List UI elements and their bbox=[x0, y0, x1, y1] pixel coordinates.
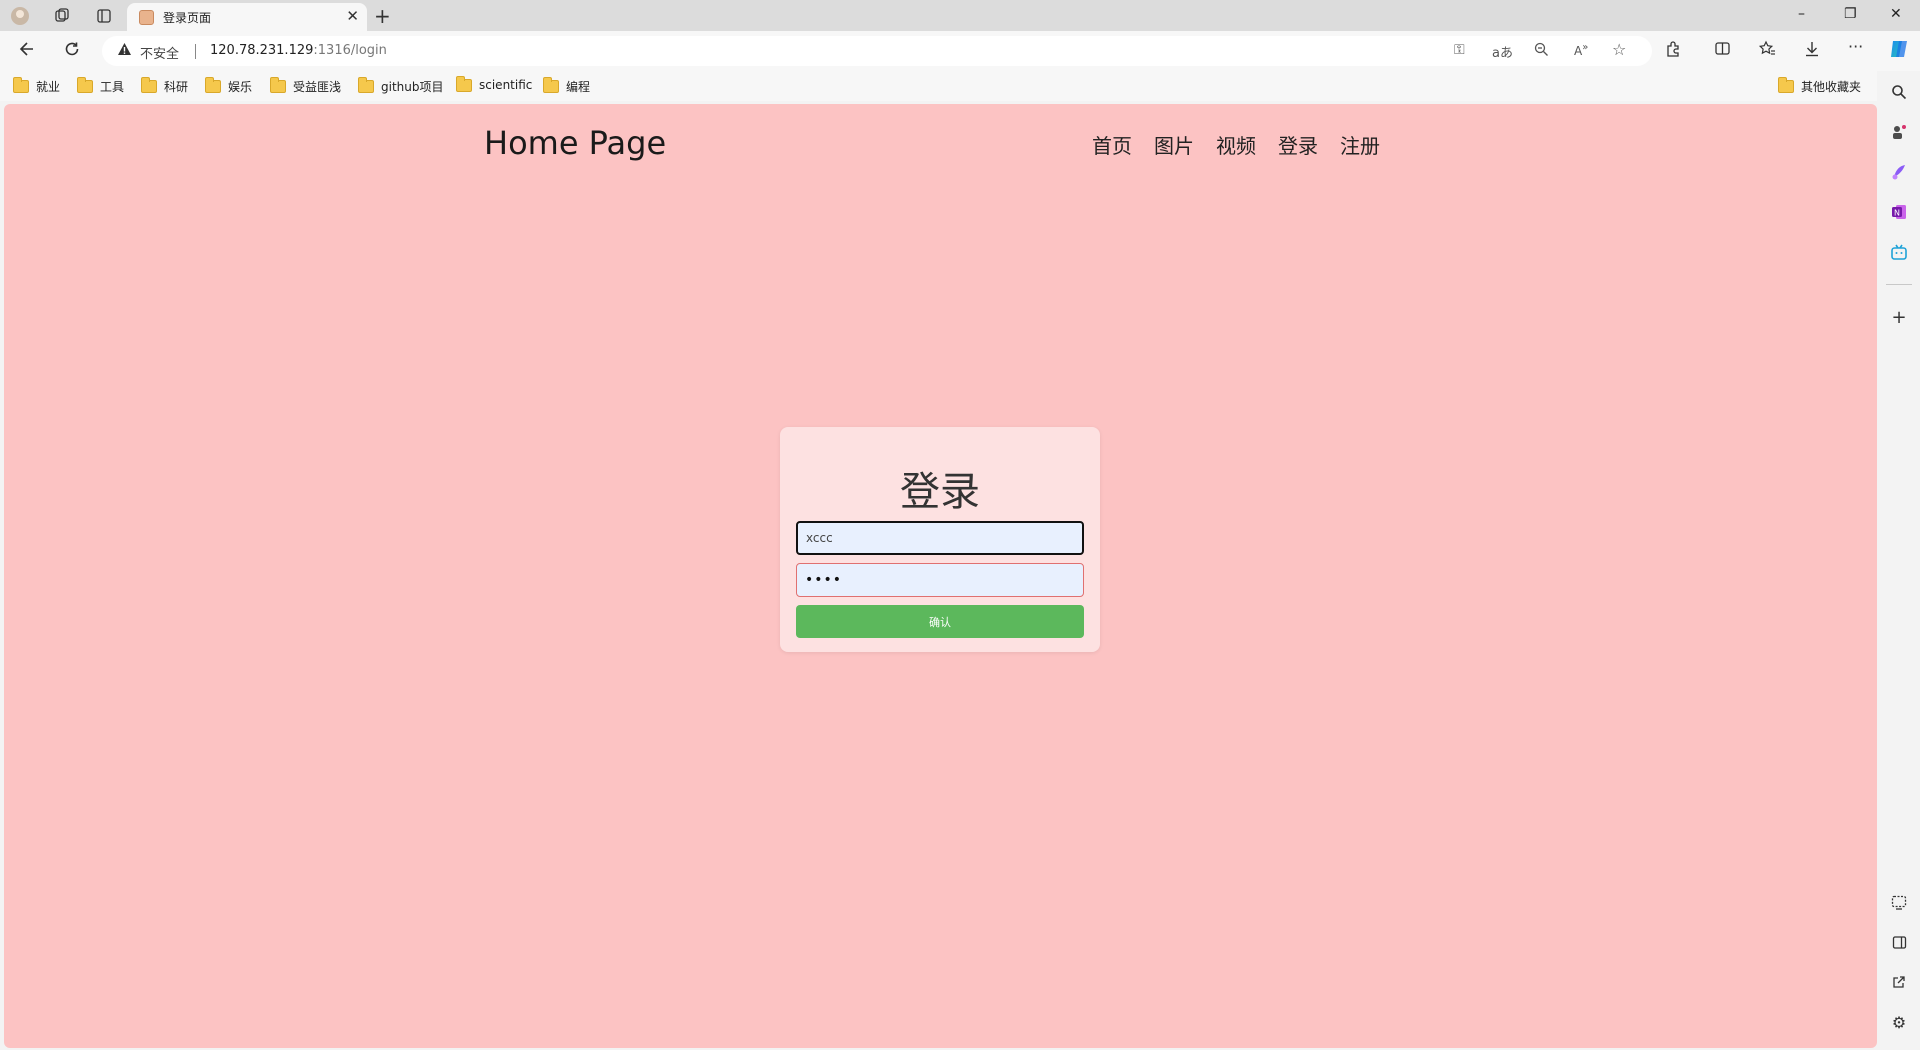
more-icon[interactable]: ··· bbox=[1848, 37, 1863, 56]
navigation-bar: 不安全 120.78.231.129:1316/login ⚿ aあ A» ☆ … bbox=[0, 31, 1920, 71]
add-icon[interactable]: + bbox=[1888, 306, 1910, 328]
folder-icon bbox=[141, 77, 157, 93]
refresh-icon[interactable] bbox=[63, 40, 81, 63]
collections-icon[interactable] bbox=[52, 6, 72, 26]
favorite-folder-label: 编程 bbox=[566, 80, 591, 94]
site-title: Home Page bbox=[484, 124, 667, 162]
split-screen-icon[interactable] bbox=[1714, 40, 1731, 61]
games-icon[interactable] bbox=[1888, 121, 1910, 143]
address-separator bbox=[195, 44, 196, 59]
sidebar-divider bbox=[1886, 284, 1912, 285]
favorite-folder[interactable]: 就业 bbox=[13, 77, 61, 95]
minimize-button[interactable]: – bbox=[1798, 6, 1805, 22]
edge-sidebar: N + ⚙ bbox=[1877, 71, 1920, 1050]
favorite-star-icon[interactable]: ☆ bbox=[1612, 40, 1626, 59]
nav-link-home[interactable]: 首页 bbox=[1092, 130, 1132, 159]
nav-link-videos[interactable]: 视频 bbox=[1216, 130, 1256, 159]
favorite-folder[interactable]: 科研 bbox=[141, 77, 189, 95]
tab-title: 登录页面 bbox=[163, 11, 212, 25]
other-favorites-label: 其他收藏夹 bbox=[1801, 80, 1862, 94]
folder-icon bbox=[1778, 77, 1794, 93]
nav-link-register[interactable]: 注册 bbox=[1340, 130, 1380, 159]
login-card: 登录 确认 bbox=[780, 427, 1100, 652]
page-viewport: Home Page 首页 图片 视频 登录 注册 登录 确认 bbox=[4, 104, 1877, 1048]
close-window-button[interactable]: ✕ bbox=[1890, 6, 1902, 22]
favorite-folder[interactable]: 编程 bbox=[543, 77, 591, 95]
favorite-folder-label: 工具 bbox=[100, 80, 125, 94]
bilibili-icon[interactable] bbox=[1888, 241, 1910, 263]
favorite-folder[interactable]: 娱乐 bbox=[205, 77, 253, 95]
search-icon[interactable] bbox=[1888, 81, 1910, 103]
sidebar-toggle-icon[interactable] bbox=[1888, 931, 1910, 953]
onenote-icon[interactable]: N bbox=[1888, 201, 1910, 223]
folder-icon bbox=[13, 77, 29, 93]
folder-icon bbox=[77, 77, 93, 93]
favorite-folder-label: 受益匪浅 bbox=[293, 80, 342, 94]
login-heading: 登录 bbox=[900, 469, 980, 515]
folder-icon bbox=[205, 77, 221, 93]
extensions-icon[interactable] bbox=[1665, 40, 1682, 61]
folder-icon bbox=[270, 77, 286, 93]
favorite-folder[interactable]: scientific bbox=[456, 75, 533, 92]
favorite-folder-label: 就业 bbox=[36, 80, 61, 94]
favorite-folder-label: 科研 bbox=[164, 80, 189, 94]
other-favorites-folder[interactable]: 其他收藏夹 bbox=[1778, 77, 1862, 95]
svg-text:N: N bbox=[1894, 209, 1900, 218]
downloads-icon[interactable] bbox=[1804, 40, 1820, 61]
nav-link-login[interactable]: 登录 bbox=[1278, 130, 1318, 159]
username-input[interactable] bbox=[796, 521, 1084, 555]
tab-actions-icon[interactable] bbox=[94, 6, 114, 26]
designer-icon[interactable] bbox=[1888, 161, 1910, 183]
confirm-button[interactable]: 确认 bbox=[796, 605, 1084, 638]
url-host: 120.78.231.129 bbox=[210, 43, 314, 58]
screenshot-icon[interactable] bbox=[1888, 891, 1910, 913]
nav-link-images[interactable]: 图片 bbox=[1154, 130, 1194, 159]
favorite-folder[interactable]: 工具 bbox=[77, 77, 125, 95]
active-tab[interactable]: 登录页面 ✕ bbox=[127, 3, 367, 31]
external-link-icon[interactable] bbox=[1888, 971, 1910, 993]
folder-icon bbox=[456, 75, 472, 92]
tab-favicon-icon bbox=[139, 10, 154, 25]
new-tab-button[interactable]: + bbox=[374, 4, 391, 28]
zoom-out-icon[interactable] bbox=[1534, 42, 1549, 61]
favorites-bar: 就业 工具 科研 娱乐 受益匪浅 github项目 scientific 编程 … bbox=[0, 71, 1920, 101]
read-aloud-icon[interactable]: A» bbox=[1574, 42, 1588, 58]
restore-button[interactable]: ❐ bbox=[1844, 6, 1857, 22]
favorite-folder-label: scientific bbox=[479, 78, 533, 92]
url-text[interactable]: 120.78.231.129:1316/login bbox=[210, 43, 387, 58]
profile-avatar-icon[interactable] bbox=[10, 6, 30, 26]
copilot-icon[interactable] bbox=[1888, 38, 1910, 64]
folder-icon bbox=[543, 77, 559, 93]
favorites-icon[interactable] bbox=[1758, 40, 1776, 61]
tab-close-icon[interactable]: ✕ bbox=[346, 7, 359, 25]
favorite-folder[interactable]: github项目 bbox=[358, 77, 444, 95]
folder-icon bbox=[358, 77, 374, 93]
warning-icon[interactable] bbox=[117, 42, 132, 61]
password-key-icon[interactable]: ⚿ bbox=[1454, 42, 1465, 58]
site-nav: 首页 图片 视频 登录 注册 bbox=[1092, 130, 1380, 159]
tab-bar: 登录页面 ✕ + – ❐ ✕ bbox=[0, 0, 1920, 31]
favorite-folder-label: 娱乐 bbox=[228, 80, 253, 94]
password-input[interactable] bbox=[796, 563, 1084, 597]
url-path: :1316/login bbox=[313, 43, 387, 58]
translate-icon[interactable]: aあ bbox=[1492, 42, 1513, 61]
address-bar[interactable]: 不安全 120.78.231.129:1316/login ⚿ aあ A» ☆ bbox=[102, 36, 1652, 66]
back-icon[interactable] bbox=[18, 40, 36, 63]
settings-icon[interactable]: ⚙ bbox=[1888, 1011, 1910, 1033]
favorite-folder-label: github项目 bbox=[381, 80, 444, 94]
not-secure-label[interactable]: 不安全 bbox=[140, 43, 179, 62]
favorite-folder[interactable]: 受益匪浅 bbox=[270, 77, 342, 95]
